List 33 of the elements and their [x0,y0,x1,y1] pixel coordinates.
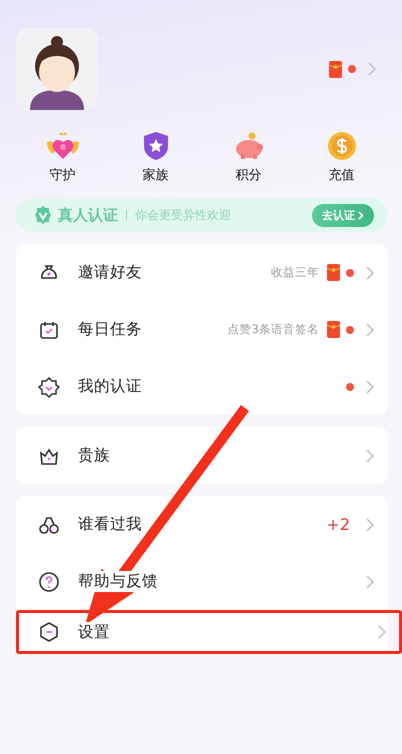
menu-item[interactable]: 每日任务 点赞3条语音签名 [16,301,388,358]
badge-icon [38,376,60,398]
quick-action[interactable]: 守护 [16,130,109,184]
avatar[interactable] [16,28,98,110]
menu-label: 帮助与反馈 [78,571,158,592]
help-icon [38,570,60,592]
chevron-icon [358,210,364,220]
menu-hint: 收益三年 [271,265,319,280]
menu-item[interactable]: 帮助与反馈 [16,553,388,610]
chevron-icon [366,448,374,462]
quick-action[interactable]: 家族 [109,130,202,184]
quick-action[interactable]: 积分 [202,130,295,184]
highlighted-menu-item[interactable]: 设置 [16,610,402,654]
menu-label: 贵族 [78,445,110,466]
banner-title: 真人认证 [58,206,118,224]
chevron-icon [378,625,386,639]
dollar-coin-icon [326,130,356,162]
chevron-icon [366,518,374,532]
banner-subtitle: 你会更受异性欢迎 [135,206,232,224]
chevron-icon [368,62,376,76]
chevron-icon [366,322,374,336]
menu-hint: 点赞3条语音签名 [228,322,319,337]
menu-item[interactable]: 我的认证 [16,358,388,415]
heart-shield-icon [44,130,80,162]
quick-action[interactable]: 充值 [295,130,388,184]
chevron-icon [366,380,374,394]
chevron-icon [366,574,374,588]
menu-item[interactable]: 邀请好友 收益三年 [16,244,388,301]
hexagon-icon [38,621,60,643]
star-shield-icon [142,130,170,162]
visitor-count: +2 [326,515,350,534]
verified-badge-icon [34,206,52,224]
chevron-icon [366,266,374,280]
